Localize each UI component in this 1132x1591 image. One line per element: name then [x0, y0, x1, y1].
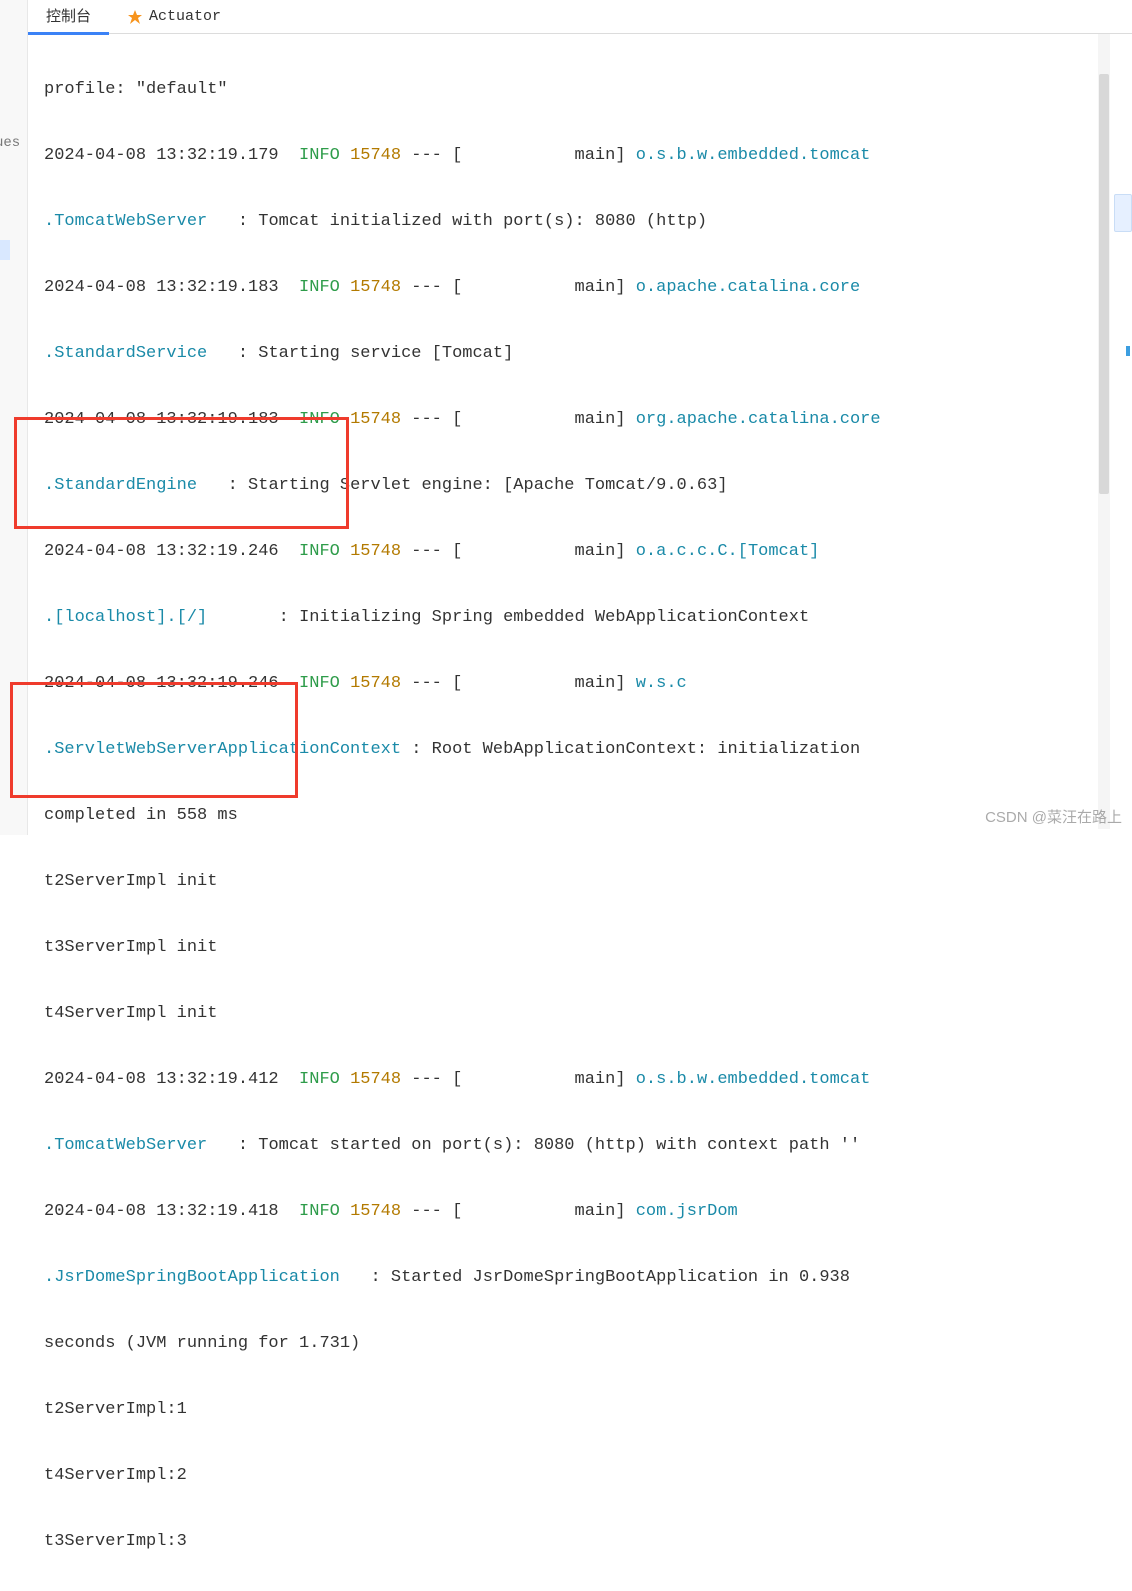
- tab-actuator[interactable]: Actuator: [109, 2, 239, 31]
- log-line: t4ServerImpl init: [44, 997, 1092, 1030]
- log-line: .TomcatWebServer : Tomcat started on por…: [44, 1129, 1092, 1162]
- log-line: 2024-04-08 13:32:19.179 INFO 15748 --- […: [44, 139, 1092, 172]
- log-line: 2024-04-08 13:32:19.183 INFO 15748 --- […: [44, 271, 1092, 304]
- scrollbar[interactable]: [1098, 34, 1110, 829]
- log-line: seconds (JVM running for 1.731): [44, 1327, 1092, 1360]
- log-line: 2024-04-08 13:32:19.183 INFO 15748 --- […: [44, 403, 1092, 436]
- log-line: profile: "default": [44, 73, 1092, 106]
- tab-actuator-label: Actuator: [149, 8, 221, 25]
- log-line: completed in 558 ms: [44, 799, 1092, 832]
- log-line: 2024-04-08 13:32:19.246 INFO 15748 --- […: [44, 535, 1092, 568]
- log-line: .JsrDomeSpringBootApplication : Started …: [44, 1261, 1092, 1294]
- log-line: .StandardEngine : Starting Servlet engin…: [44, 469, 1092, 502]
- right-handle[interactable]: [1114, 194, 1132, 232]
- log-line: .[localhost].[/] : Initializing Spring e…: [44, 601, 1092, 634]
- console-output[interactable]: profile: "default" 2024-04-08 13:32:19.1…: [44, 40, 1092, 825]
- tab-bar: 控制台 Actuator: [28, 0, 1132, 34]
- log-line: .TomcatWebServer : Tomcat initialized wi…: [44, 205, 1092, 238]
- right-gutter: [1110, 34, 1132, 835]
- watermark: CSDN @菜汪在路上: [985, 806, 1122, 827]
- scroll-thumb[interactable]: [1099, 74, 1109, 494]
- tab-console[interactable]: 控制台: [28, 0, 109, 35]
- log-line: t2ServerImpl:1: [44, 1393, 1092, 1426]
- log-line: t3ServerImpl init: [44, 931, 1092, 964]
- log-line: 2024-04-08 13:32:19.418 INFO 15748 --- […: [44, 1195, 1092, 1228]
- left-gutter: ues: [0, 0, 28, 835]
- left-edge-handle[interactable]: [0, 240, 10, 260]
- tab-console-label: 控制台: [46, 5, 91, 26]
- log-line: .ServletWebServerApplicationContext : Ro…: [44, 733, 1092, 766]
- log-line: t2ServerImpl init: [44, 865, 1092, 898]
- log-line: 2024-04-08 13:32:19.412 INFO 15748 --- […: [44, 1063, 1092, 1096]
- log-line: t4ServerImpl:2: [44, 1459, 1092, 1492]
- actuator-icon: [127, 9, 143, 25]
- right-marker: [1126, 346, 1130, 356]
- log-line: .StandardService : Starting service [Tom…: [44, 337, 1092, 370]
- truncated-label: ues: [0, 135, 20, 151]
- log-line: t3ServerImpl:3: [44, 1525, 1092, 1558]
- log-line: 2024-04-08 13:32:19.246 INFO 15748 --- […: [44, 667, 1092, 700]
